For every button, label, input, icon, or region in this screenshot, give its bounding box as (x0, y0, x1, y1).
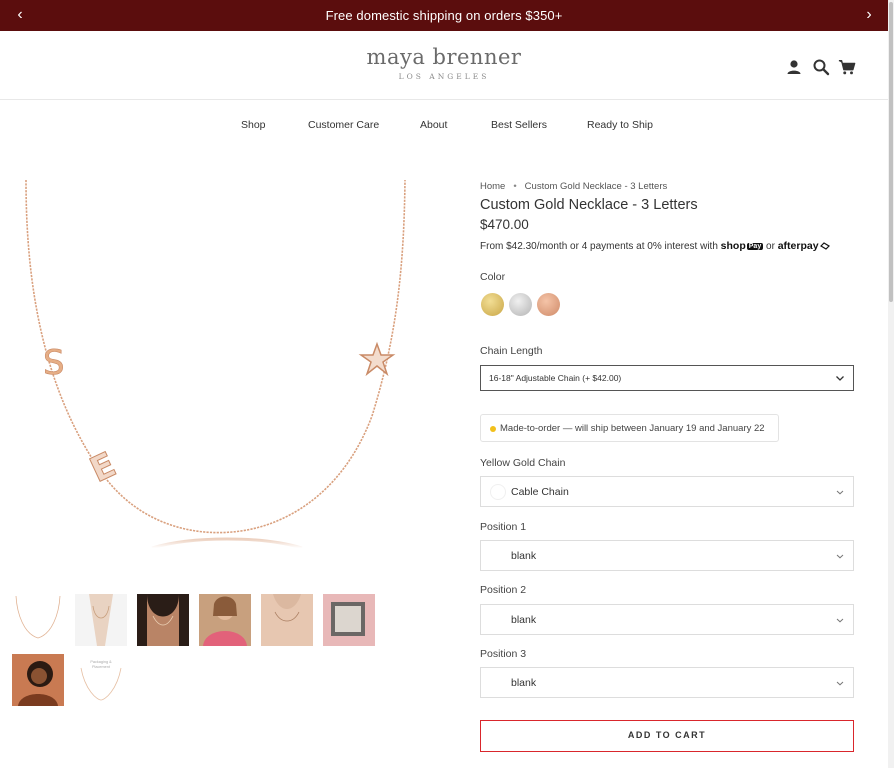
position-3-label: Position 3 (480, 648, 527, 660)
afterpay-text: afterpay (777, 240, 819, 252)
thumbnail-1[interactable] (12, 594, 64, 646)
thumbnail-8[interactable]: Packaging & Placement (75, 654, 127, 706)
shop-pay-text: shop (720, 240, 746, 252)
shop-pay-badge: Pay (746, 243, 764, 250)
breadcrumb-separator: • (513, 181, 517, 192)
nav-about[interactable]: About (420, 119, 447, 131)
site-header: maya brenner LOS ANGELES (0, 31, 888, 100)
scrollbar-thumb[interactable] (889, 2, 893, 302)
status-dot (490, 426, 496, 432)
position-1-value: blank (511, 549, 537, 562)
swatch-rose-gold[interactable] (537, 293, 560, 316)
product-price: $470.00 (480, 217, 529, 232)
chain-length-select[interactable]: 16-18" Adjustable Chain (+ $42.00) (480, 365, 854, 391)
afterpay-arrows-icon (819, 242, 830, 250)
cart-icon[interactable] (838, 58, 856, 76)
svg-text:E: E (84, 445, 122, 491)
breadcrumb-home[interactable]: Home (480, 181, 505, 192)
chevron-down-icon (836, 554, 844, 558)
main-nav: Shop Customer Care About Best Sellers Re… (0, 100, 888, 152)
chevron-down-icon (836, 376, 844, 381)
chain-style-swatch (490, 484, 506, 500)
position-2-label: Position 2 (480, 584, 527, 596)
shop-pay-logo[interactable]: shop Pay (721, 240, 764, 252)
chain-length-label: Chain Length (480, 345, 543, 357)
position-3-value: blank (511, 676, 537, 689)
thumbnail-7[interactable] (12, 654, 64, 706)
thumbnail-5[interactable] (261, 594, 313, 646)
position-2-value: blank (511, 613, 537, 626)
account-icon[interactable] (785, 58, 803, 76)
afterpay-logo[interactable]: afterpay (778, 240, 830, 252)
product-main-image[interactable]: S E (12, 176, 448, 572)
product-title: Custom Gold Necklace - 3 Letters (480, 197, 698, 213)
position-2-select[interactable]: blank (480, 604, 854, 635)
swatch-silver[interactable] (509, 293, 532, 316)
installment-text: From $42.30/month or 4 payments at 0% in… (480, 241, 718, 252)
add-to-cart-button[interactable]: ADD TO CART (480, 720, 854, 752)
color-label: Color (480, 271, 506, 283)
nav-best-sellers[interactable]: Best Sellers (491, 119, 547, 131)
thumbnail-2[interactable] (75, 594, 127, 646)
brand-logo[interactable]: maya brenner LOS ANGELES (344, 45, 544, 81)
next-arrow-icon[interactable]: › (860, 6, 878, 24)
chevron-down-icon (836, 618, 844, 622)
nav-customer-care[interactable]: Customer Care (308, 119, 379, 131)
chevron-down-icon (836, 490, 844, 494)
announcement-bar: ‹ Free domestic shipping on orders $350+… (0, 0, 888, 31)
chain-style-label: Yellow Gold Chain (480, 457, 566, 469)
nav-ready-to-ship[interactable]: Ready to Ship (587, 119, 653, 131)
swatch-yellow-gold[interactable] (481, 293, 504, 316)
installment-or: or (766, 241, 775, 252)
made-to-order-text: Made-to-order — will ship between Januar… (500, 423, 765, 434)
brand-name: maya brenner (366, 45, 522, 69)
breadcrumb-current: Custom Gold Necklace - 3 Letters (524, 181, 668, 192)
thumbnail-8-caption: Packaging & Placement (90, 660, 112, 669)
position-1-select[interactable]: blank (480, 540, 854, 571)
nav-shop[interactable]: Shop (241, 119, 266, 131)
chain-length-value: 16-18" Adjustable Chain (+ $42.00) (489, 373, 622, 383)
thumbnail-4[interactable] (199, 594, 251, 646)
thumbnail-6[interactable] (323, 594, 375, 646)
chevron-down-icon (836, 681, 844, 685)
installment-info: From $42.30/month or 4 payments at 0% in… (480, 240, 830, 252)
position-3-select[interactable]: blank (480, 667, 854, 698)
chain-style-select[interactable]: Cable Chain (480, 476, 854, 507)
thumbnail-3[interactable] (137, 594, 189, 646)
position-1-label: Position 1 (480, 521, 527, 533)
breadcrumb: Home • Custom Gold Necklace - 3 Letters (480, 181, 667, 192)
made-to-order-notice: Made-to-order — will ship between Januar… (480, 414, 779, 442)
brand-location: LOS ANGELES (398, 72, 490, 81)
chain-style-value: Cable Chain (511, 485, 569, 498)
svg-text:S: S (43, 343, 65, 383)
page-scrollbar[interactable] (888, 0, 894, 768)
announcement-text: Free domestic shipping on orders $350+ (325, 8, 563, 23)
search-icon[interactable] (812, 58, 830, 76)
